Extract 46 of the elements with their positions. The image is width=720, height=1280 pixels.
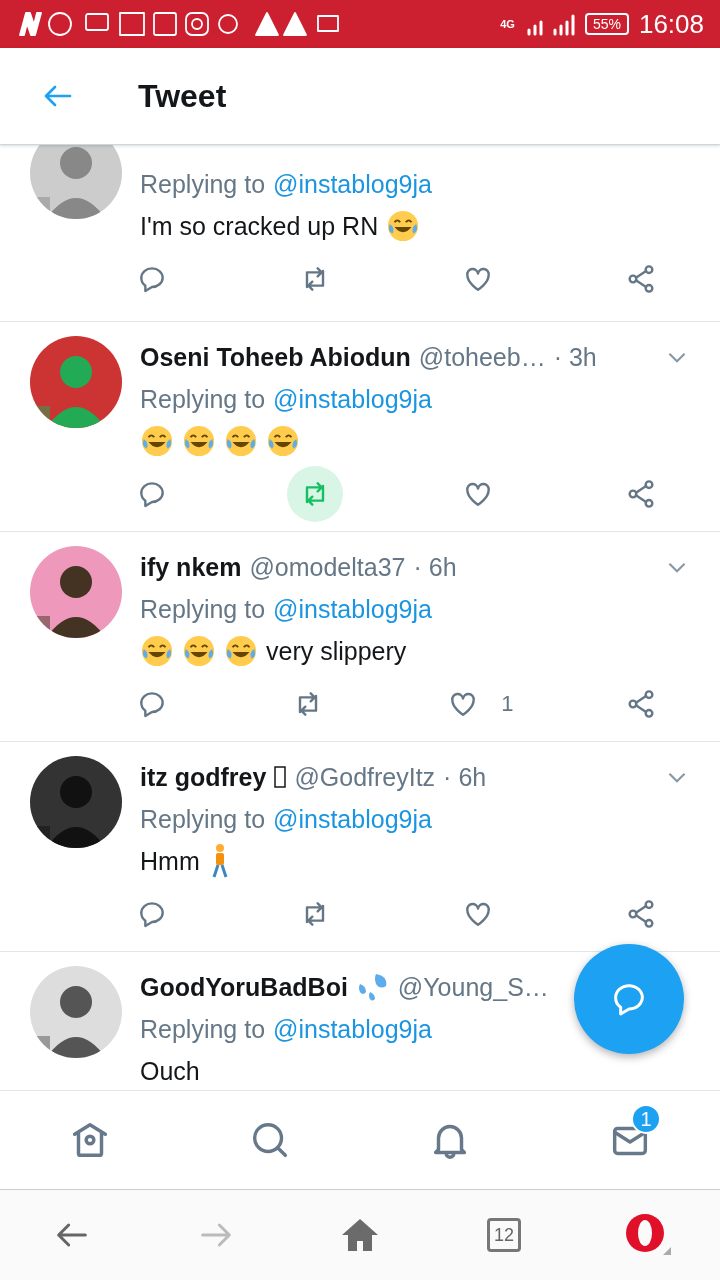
compose-reply-button[interactable] bbox=[574, 944, 684, 1054]
mention-link[interactable]: @instablog9ja bbox=[273, 169, 432, 199]
missing-glyph-icon bbox=[274, 765, 287, 789]
replying-label: Replying to bbox=[140, 594, 266, 624]
opera-logo-icon bbox=[625, 1213, 671, 1257]
tweet-time: · 6h bbox=[413, 552, 457, 582]
mention-link[interactable]: @instablog9ja bbox=[273, 594, 432, 624]
laughing-emoji-icon bbox=[224, 424, 258, 458]
laughing-emoji-icon bbox=[224, 634, 258, 668]
tweet-text: Hmm bbox=[140, 846, 200, 876]
retweet-button[interactable] bbox=[287, 466, 343, 522]
tabs-button[interactable]: 12 bbox=[464, 1200, 544, 1270]
laughing-emoji-icon bbox=[140, 634, 174, 668]
user-handle: @Young_S… bbox=[397, 972, 549, 1002]
laughing-emoji-icon bbox=[140, 424, 174, 458]
user-name: Oseni Toheeb Abiodun bbox=[140, 342, 411, 372]
replying-label: Replying to bbox=[140, 804, 266, 834]
mention-link[interactable]: @instablog9ja bbox=[273, 384, 432, 414]
replying-label: Replying to bbox=[140, 384, 266, 414]
tweet-text: very slippery bbox=[266, 636, 407, 666]
mention-link[interactable]: @instablog9ja bbox=[273, 1014, 432, 1044]
unread-badge: 1 bbox=[631, 1104, 661, 1134]
user-handle: @omodelta37 bbox=[249, 552, 406, 582]
user-name: GoodYoruBadBoi bbox=[140, 972, 348, 1002]
laughing-emoji-icon bbox=[182, 424, 216, 458]
tweet-time: · 3h bbox=[553, 342, 597, 372]
replying-label: Replying to bbox=[140, 169, 266, 199]
laughing-emoji-icon bbox=[266, 424, 300, 458]
battery-indicator: 55% bbox=[584, 13, 629, 35]
tweet-text: Ouch bbox=[140, 1056, 200, 1086]
clock: 16:08 bbox=[638, 8, 704, 40]
user-name: itz godfrey bbox=[140, 762, 267, 792]
mention-link[interactable]: @instablog9ja bbox=[273, 804, 432, 834]
user-handle: @GodfreyItz bbox=[294, 762, 436, 792]
replying-label: Replying to bbox=[140, 1014, 266, 1044]
mail-tab[interactable]: 1 bbox=[585, 1100, 675, 1180]
laughing-emoji-icon bbox=[182, 634, 216, 668]
user-handle: @toheeb… bbox=[418, 342, 546, 372]
tweet-time: · 6h bbox=[443, 762, 487, 792]
tweet-text: I'm so cracked up RN bbox=[140, 211, 379, 241]
laughing-emoji-icon bbox=[386, 209, 421, 243]
user-name: ify nkem bbox=[140, 552, 242, 582]
like-count: 1 bbox=[501, 691, 514, 717]
house-icon bbox=[340, 1217, 380, 1253]
page-title: Tweet bbox=[138, 77, 227, 115]
network-type: 4G bbox=[500, 18, 515, 30]
